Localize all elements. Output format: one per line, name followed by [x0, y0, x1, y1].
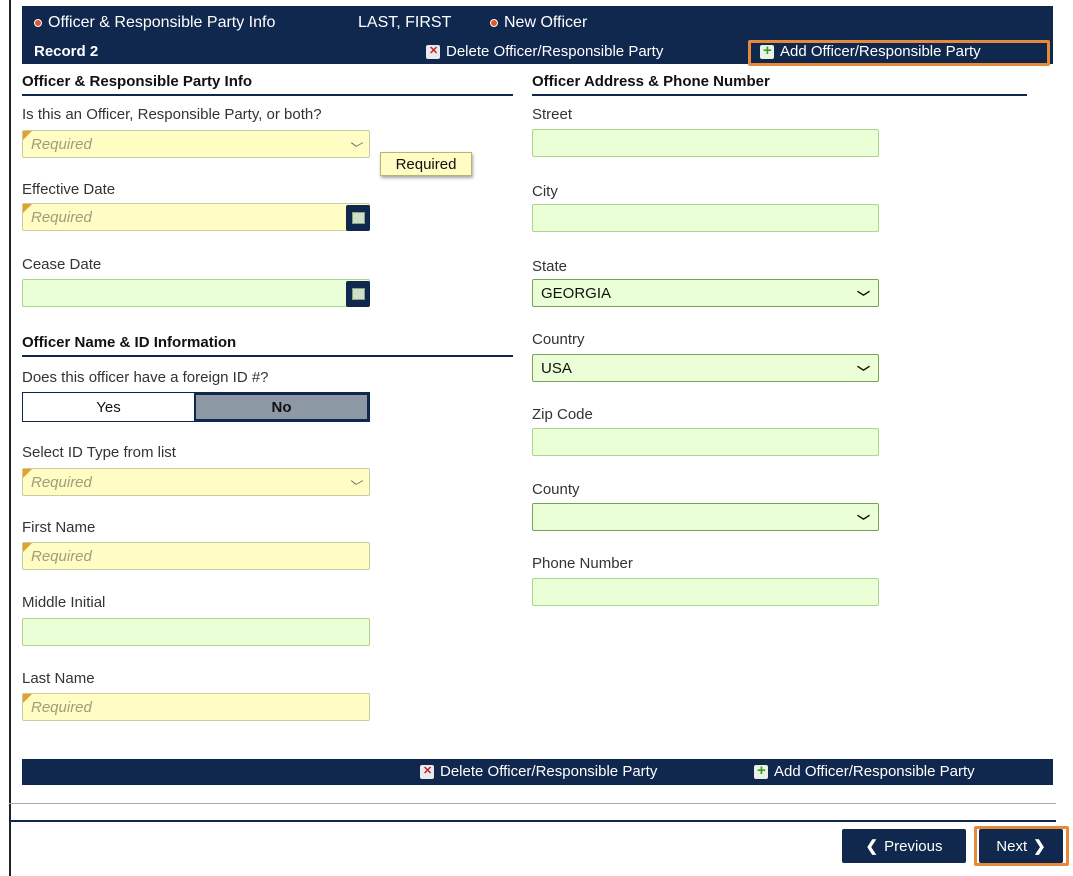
state-label: State: [532, 258, 568, 275]
delete-officer-button[interactable]: Delete Officer/Responsible Party: [426, 43, 663, 60]
section-address-phone: Officer Address & Phone Number: [532, 73, 1027, 96]
party-type-placeholder: Required: [31, 135, 92, 153]
cease-date-label: Cease Date: [22, 256, 102, 273]
effective-date-label: Effective Date: [22, 181, 116, 198]
delete-officer-label: Delete Officer/Responsible Party: [440, 763, 658, 780]
next-highlight: [974, 826, 1069, 866]
add-officer-highlight: [748, 40, 1050, 66]
id-type-label: Select ID Type from list: [22, 444, 176, 461]
state-select[interactable]: GEORGIA ﹀: [532, 279, 879, 307]
zip-code-input[interactable]: [532, 428, 879, 456]
add-officer-label: Add Officer/Responsible Party: [774, 763, 975, 780]
first-name-label: First Name: [22, 519, 96, 536]
foreign-id-label: Does this officer have a foreign ID #?: [22, 369, 269, 386]
middle-initial-input[interactable]: [22, 618, 370, 646]
bullet-icon: [34, 19, 42, 27]
foreign-id-no-button[interactable]: No: [194, 393, 369, 421]
add-icon: [754, 762, 768, 779]
delete-icon: [420, 764, 434, 779]
calendar-icon[interactable]: [346, 205, 370, 231]
delete-officer-label: Delete Officer/Responsible Party: [446, 43, 664, 60]
last-name-label: Last Name: [22, 670, 95, 687]
chevron-down-icon: ﹀: [856, 290, 870, 305]
chevron-down-icon: ﹀: [347, 141, 361, 156]
previous-label: Previous: [884, 837, 943, 855]
phone-number-label: Phone Number: [532, 555, 633, 572]
city-input[interactable]: [532, 204, 879, 232]
breadcrumb-label: Officer & Responsible Party Info: [48, 14, 276, 31]
street-label: Street: [532, 106, 573, 123]
country-value: USA: [541, 359, 572, 377]
party-type-label: Is this an Officer, Responsible Party, o…: [22, 106, 322, 123]
county-select[interactable]: ﹀: [532, 503, 879, 531]
calendar-icon[interactable]: [346, 281, 370, 307]
previous-button[interactable]: ❮ Previous: [842, 829, 966, 863]
street-input[interactable]: [532, 129, 879, 157]
foreign-id-yes-button[interactable]: Yes: [23, 393, 194, 421]
section-name-id: Officer Name & ID Information: [22, 334, 513, 357]
chevron-down-icon: ﹀: [856, 365, 870, 380]
id-type-placeholder: Required: [31, 473, 92, 491]
divider: [9, 820, 1056, 822]
record-number: Record 2: [34, 43, 99, 60]
country-select[interactable]: USA ﹀: [532, 354, 879, 382]
id-type-select[interactable]: Required ﹀: [22, 468, 370, 496]
chevron-down-icon: ﹀: [856, 514, 870, 529]
window-border: [9, 0, 11, 876]
effective-date-input[interactable]: Required: [22, 203, 370, 231]
county-label: County: [532, 481, 580, 498]
required-tooltip: Required: [380, 152, 472, 176]
breadcrumb-officer-info[interactable]: Officer & Responsible Party Info: [34, 14, 275, 32]
city-label: City: [532, 183, 558, 200]
last-name-placeholder: Required: [31, 698, 92, 716]
zip-code-label: Zip Code: [532, 406, 593, 423]
chevron-left-icon: ❮: [865, 838, 879, 855]
delete-officer-button-bottom[interactable]: Delete Officer/Responsible Party: [420, 763, 657, 780]
cease-date-input[interactable]: [22, 279, 370, 307]
phone-number-input[interactable]: [532, 578, 879, 606]
state-value: GEORGIA: [541, 284, 612, 302]
first-name-placeholder: Required: [31, 547, 92, 565]
record-footer-bar: Delete Officer/Responsible Party Add Off…: [22, 759, 1053, 785]
middle-initial-label: Middle Initial: [22, 594, 106, 611]
chevron-down-icon: ﹀: [347, 479, 361, 494]
breadcrumb-label: New Officer: [504, 14, 588, 31]
breadcrumb-new-officer[interactable]: New Officer: [490, 14, 587, 32]
bullet-icon: [490, 19, 498, 27]
add-officer-button-bottom[interactable]: Add Officer/Responsible Party: [754, 762, 975, 780]
first-name-input[interactable]: Required: [22, 542, 370, 570]
foreign-id-toggle: Yes No: [22, 392, 370, 422]
delete-icon: [426, 44, 440, 59]
divider: [9, 803, 1056, 804]
effective-date-placeholder: Required: [31, 208, 92, 226]
last-name-input[interactable]: Required: [22, 693, 370, 721]
country-label: Country: [532, 331, 585, 348]
party-type-select[interactable]: Required ﹀: [22, 130, 370, 158]
officer-name-label: LAST, FIRST: [358, 14, 452, 31]
breadcrumb-officer-name: LAST, FIRST: [358, 14, 451, 32]
section-officer-info: Officer & Responsible Party Info: [22, 73, 513, 96]
